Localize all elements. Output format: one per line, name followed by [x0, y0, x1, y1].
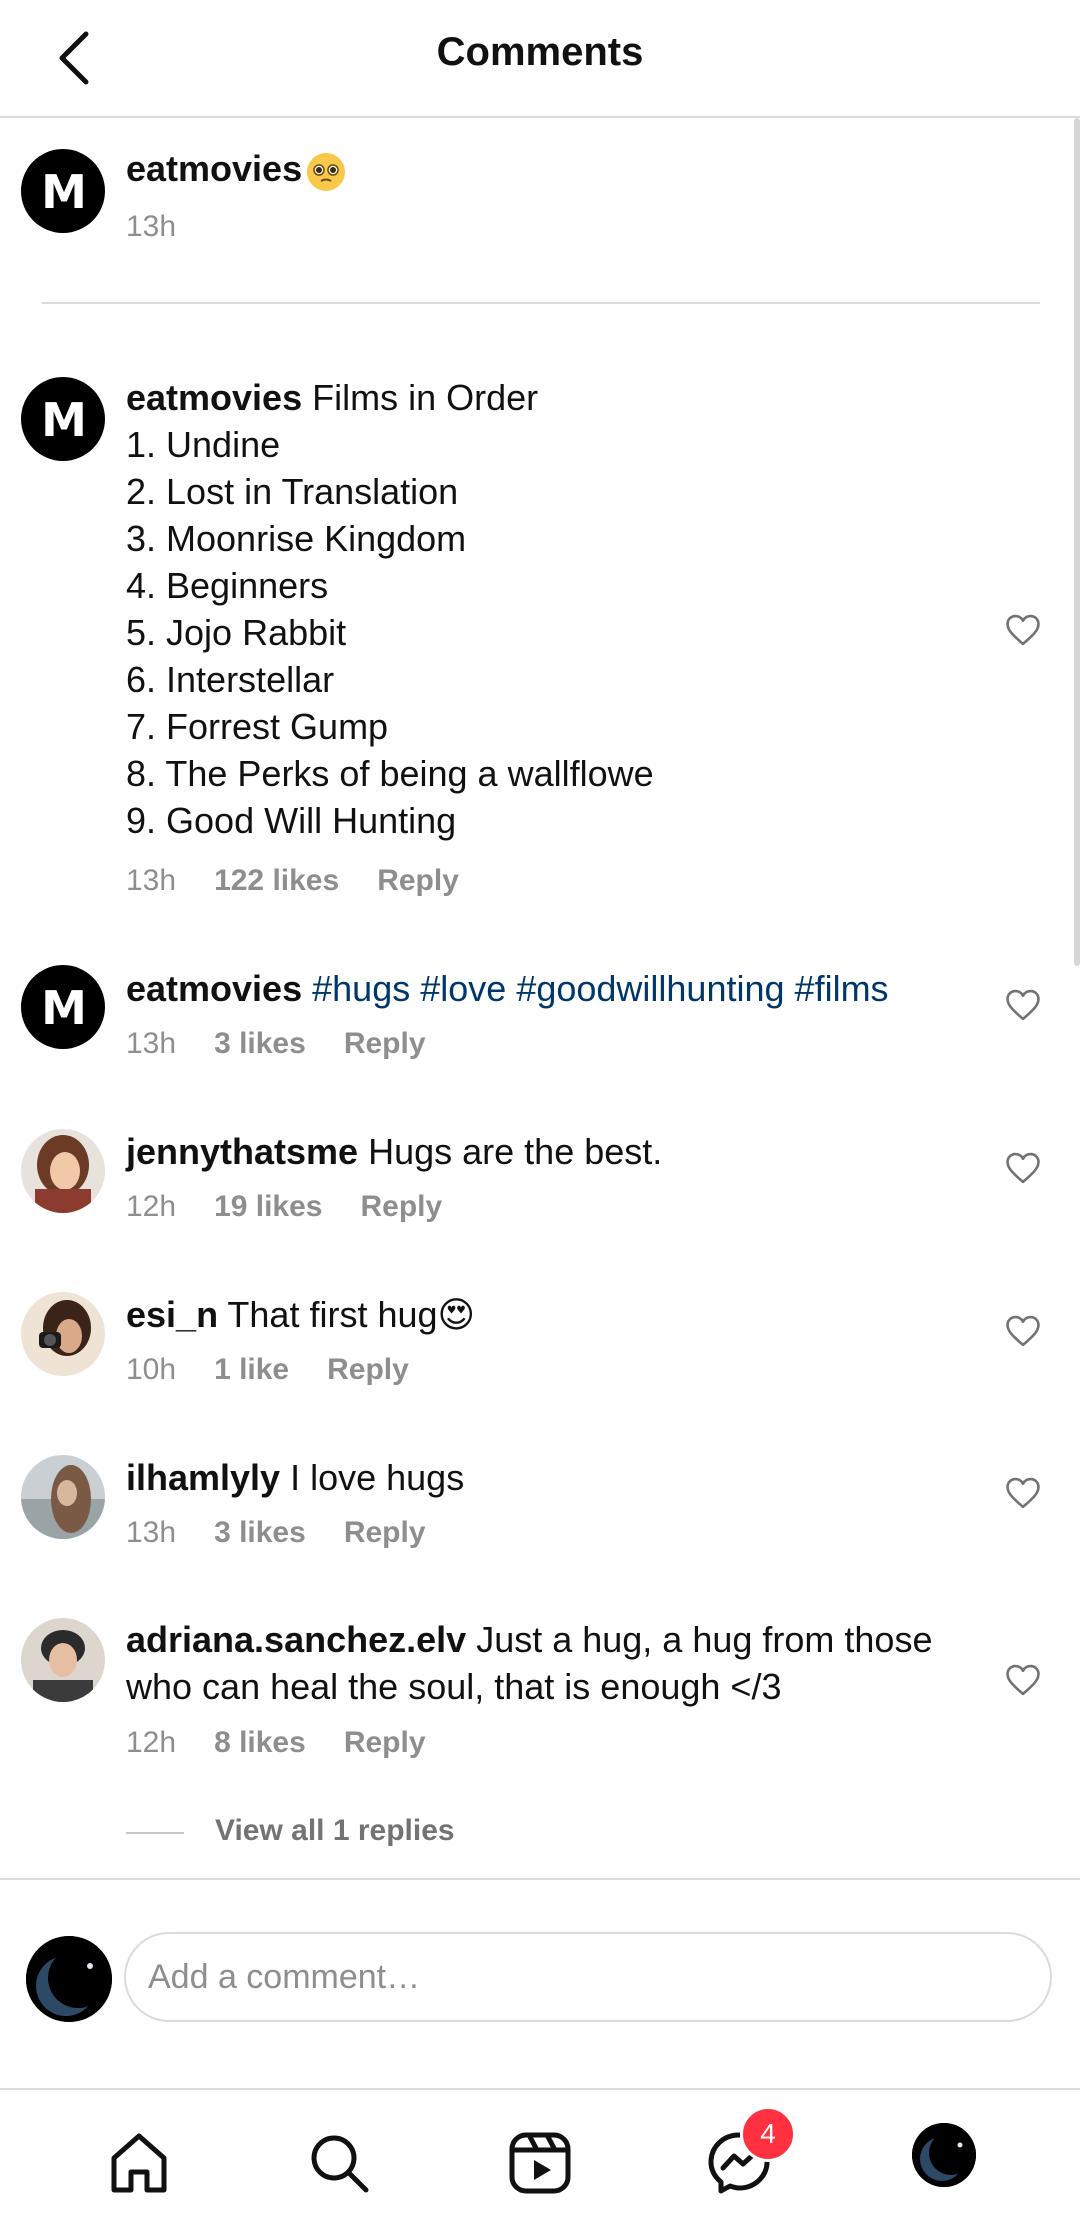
hashtag-link[interactable]: #films — [795, 968, 889, 1009]
avatar[interactable]: M — [21, 149, 105, 233]
list-item: 3. Moonrise Kingdom — [126, 518, 467, 559]
header-bar: Comments — [0, 0, 1080, 118]
avatar[interactable] — [21, 1129, 105, 1213]
comment-text: eatmovies #hugs #love #goodwillhunting #… — [126, 965, 976, 1012]
comment-time: 12h — [126, 1190, 177, 1223]
list-item: 4. Beginners — [126, 565, 329, 606]
comment-username[interactable]: jennythatsme — [126, 1131, 358, 1172]
avatar — [26, 1936, 112, 2022]
list-item: 1. Undine — [126, 424, 281, 465]
scrollbar[interactable] — [1074, 118, 1080, 966]
comment-meta: 13h 3 likes Reply — [126, 1516, 426, 1550]
list-item: 8. The Perks of being a wallflowe — [126, 753, 654, 794]
reply-button[interactable]: Reply — [361, 1190, 443, 1223]
list-item: 2. Lost in Translation — [126, 471, 459, 512]
caption-time: 13h — [126, 210, 177, 243]
heart-icon[interactable] — [1004, 988, 1042, 1022]
comment-username[interactable]: eatmovies — [126, 377, 302, 418]
comment-time: 10h — [126, 1353, 177, 1386]
reply-button[interactable]: Reply — [344, 1726, 426, 1759]
comment-text: adriana.sanchez.elv Just a hug, a hug fr… — [126, 1616, 976, 1710]
list-item: 7. Forrest Gump — [126, 706, 389, 747]
comment-username[interactable]: adriana.sanchez.elv — [126, 1619, 466, 1660]
profile-avatar[interactable] — [912, 2123, 976, 2187]
heart-icon[interactable] — [1004, 1663, 1042, 1697]
list-item: 5. Jojo Rabbit — [126, 612, 347, 653]
list-item: 9. Good Will Hunting — [126, 800, 457, 841]
likes-count[interactable]: 1 like — [214, 1353, 289, 1386]
caption-divider — [42, 302, 1040, 304]
likes-count[interactable]: 122 likes — [214, 864, 339, 897]
comment-input[interactable] — [124, 1932, 1052, 2022]
replies-divider — [126, 1832, 184, 1834]
caption-username[interactable]: eatmovies — [126, 148, 302, 190]
avatar[interactable]: M — [21, 377, 105, 461]
likes-count[interactable]: 19 likes — [214, 1190, 322, 1223]
hashtag-link[interactable]: #hugs — [312, 968, 410, 1009]
reply-button[interactable]: Reply — [327, 1353, 409, 1386]
reply-button[interactable]: Reply — [377, 864, 459, 897]
hashtag-link[interactable]: #goodwillhunting — [516, 968, 784, 1009]
comment-text: esi_n That first hug😍 — [126, 1291, 976, 1338]
comment-meta: 13h 3 likes Reply — [126, 1027, 426, 1061]
comment-time: 13h — [126, 864, 177, 897]
avatar[interactable] — [21, 1618, 105, 1702]
composer-divider — [0, 1878, 1080, 1880]
list-item: 6. Interstellar — [126, 659, 335, 700]
comment-body: Films in Order — [312, 377, 539, 418]
hashtag-link[interactable]: #love — [420, 968, 506, 1009]
heart-icon[interactable] — [1004, 1151, 1042, 1185]
heart-icon[interactable] — [1004, 1476, 1042, 1510]
comment-meta: 13h 122 likes Reply — [126, 864, 459, 898]
page-title: Comments — [436, 30, 644, 74]
reels-icon[interactable] — [507, 2130, 573, 2196]
comment-time: 13h — [126, 1027, 177, 1060]
comment-username[interactable]: esi_n — [126, 1294, 218, 1335]
heart-icon[interactable] — [1004, 613, 1042, 647]
avatar[interactable] — [21, 1292, 105, 1376]
heart-icon[interactable] — [1004, 1314, 1042, 1348]
pleading-face-icon — [306, 152, 346, 192]
likes-count[interactable]: 3 likes — [214, 1027, 306, 1060]
search-icon[interactable] — [306, 2130, 372, 2196]
comment-text: jennythatsme Hugs are the best. — [126, 1128, 976, 1175]
comment-meta: 12h 8 likes Reply — [126, 1726, 426, 1760]
avatar[interactable] — [21, 1455, 105, 1539]
home-icon[interactable] — [106, 2130, 172, 2196]
likes-count[interactable]: 8 likes — [214, 1726, 306, 1759]
comment-meta: 12h 19 likes Reply — [126, 1190, 442, 1224]
comment-text: eatmovies Films in Order 1. Undine 2. Lo… — [126, 374, 976, 844]
comment-username[interactable]: ilhamlyly — [126, 1457, 280, 1498]
comment-time: 13h — [126, 1516, 177, 1549]
comment-time: 12h — [126, 1726, 177, 1759]
avatar[interactable]: M — [21, 965, 105, 1049]
reply-button[interactable]: Reply — [344, 1027, 426, 1060]
reply-button[interactable]: Reply — [344, 1516, 426, 1549]
view-replies-button[interactable]: View all 1 replies — [215, 1814, 455, 1848]
comment-body: That first hug😍 — [227, 1294, 476, 1335]
comment-meta: 10h 1 like Reply — [126, 1353, 409, 1387]
comment-username[interactable]: eatmovies — [126, 968, 302, 1009]
notification-badge: 4 — [740, 2106, 796, 2162]
likes-count[interactable]: 3 likes — [214, 1516, 306, 1549]
comment-text: ilhamlyly I love hugs — [126, 1454, 976, 1501]
comment-body: I love hugs — [290, 1457, 465, 1498]
comment-body: Hugs are the best. — [368, 1131, 663, 1172]
